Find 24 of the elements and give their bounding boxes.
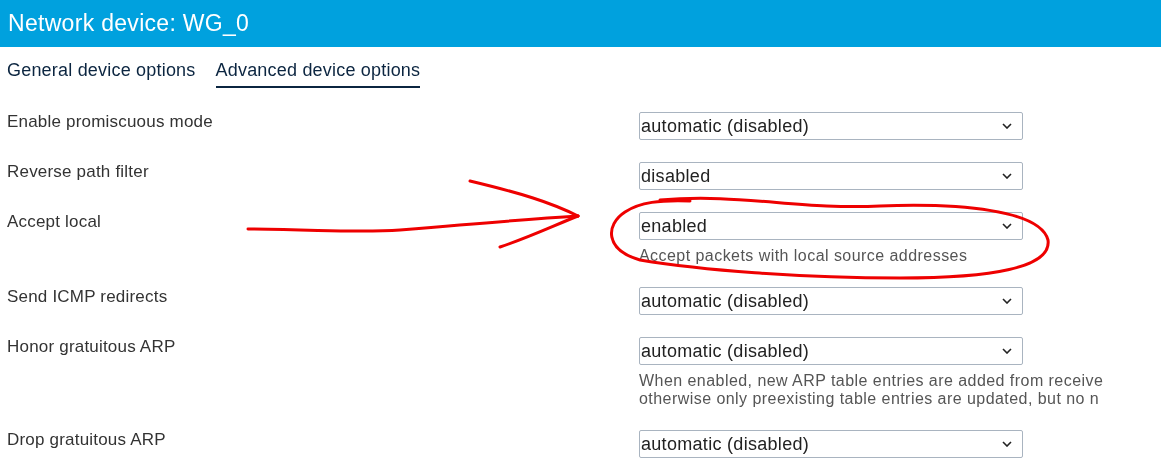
option-label: Reverse path filter: [7, 161, 149, 183]
tab[interactable]: General device options: [7, 60, 196, 88]
chevron-down-icon: [1002, 441, 1012, 447]
tab[interactable]: Advanced device options: [215, 60, 421, 88]
dropdown-select[interactable]: automatic (disabled): [639, 430, 1023, 458]
dropdown-select[interactable]: automatic (disabled): [639, 337, 1023, 365]
option-label: Drop gratuitous ARP: [7, 429, 166, 451]
chevron-down-icon: [1002, 173, 1012, 179]
chevron-down-icon: [1002, 123, 1012, 129]
chevron-down-icon: [1002, 223, 1012, 229]
dropdown-select[interactable]: enabled: [639, 212, 1023, 240]
option-label: Send ICMP redirects: [7, 286, 168, 308]
dropdown-select[interactable]: automatic (disabled): [639, 112, 1023, 140]
help-text: When enabled, new ARP table entries are added from receive: [639, 372, 1104, 390]
help-text: otherwise only preexisting table entries are updated, but no n: [639, 390, 1101, 408]
option-label: Honor gratuitous ARP: [7, 336, 176, 358]
option-label: Accept local: [7, 211, 102, 233]
chevron-down-icon: [1002, 298, 1012, 304]
dropdown-select[interactable]: automatic (disabled): [639, 287, 1023, 315]
dropdown-select[interactable]: disabled: [639, 162, 1023, 190]
chevron-down-icon: [1002, 348, 1012, 354]
option-label: Enable promiscuous mode: [7, 111, 213, 133]
help-text: Accept packets with local source addresses: [639, 247, 969, 265]
page-title: Network device: WG_0: [8, 10, 250, 37]
